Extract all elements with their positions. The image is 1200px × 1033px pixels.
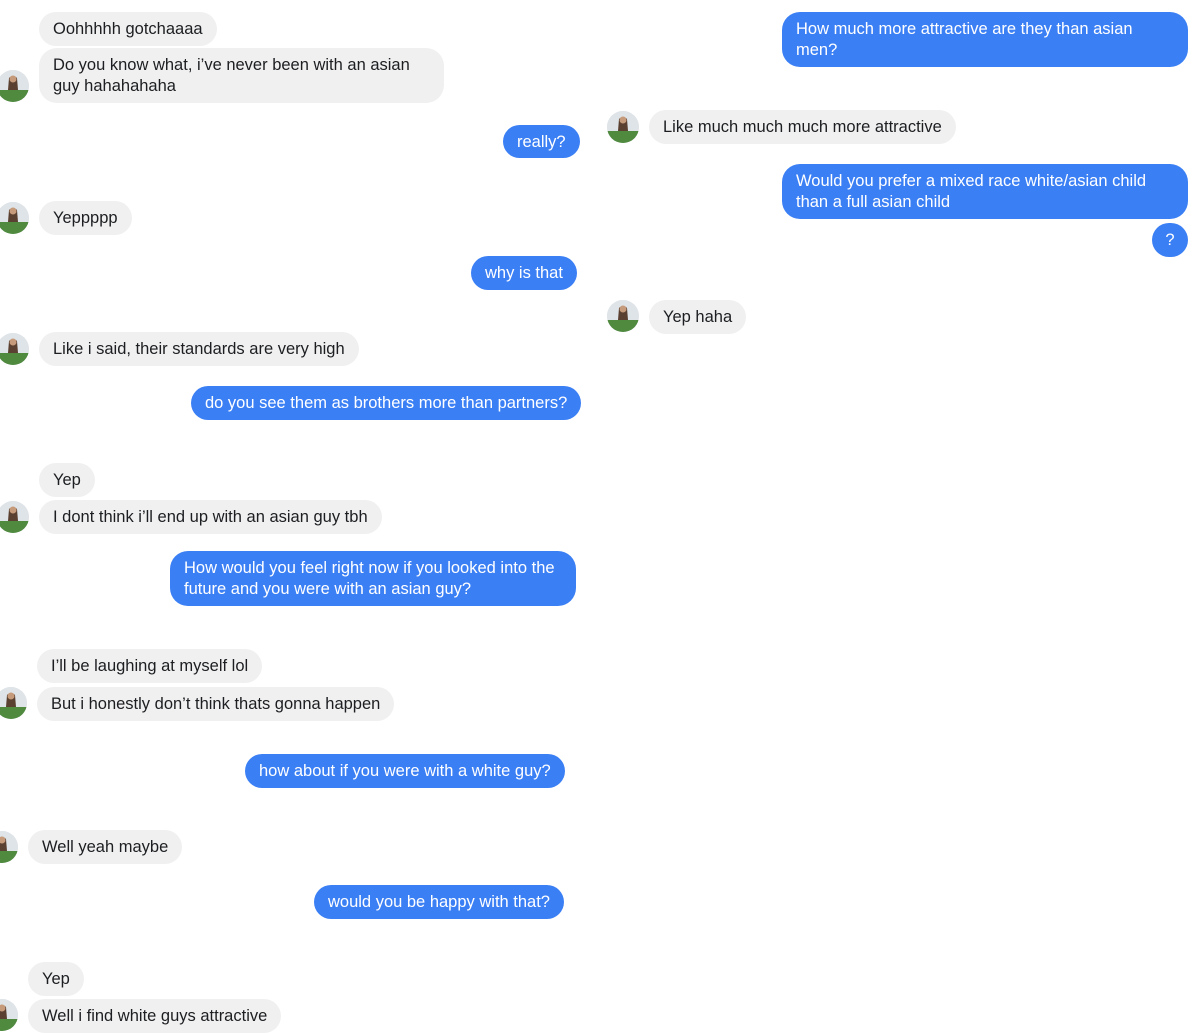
message-bubble-outgoing[interactable]: really? xyxy=(503,125,580,158)
message-bubble-incoming[interactable]: Yep xyxy=(39,463,95,497)
contact-avatar[interactable] xyxy=(0,333,29,365)
message-bubble-incoming[interactable]: I’ll be laughing at myself lol xyxy=(37,649,263,683)
message-bubble-incoming[interactable]: Yep xyxy=(28,962,84,996)
message-bubble-incoming[interactable]: Well yeah maybe xyxy=(28,830,183,864)
message-bubble-incoming[interactable]: Like much much much more attractive xyxy=(649,110,956,144)
message-bubble-incoming[interactable]: I dont think i’ll end up with an asian g… xyxy=(39,500,382,534)
contact-avatar[interactable] xyxy=(0,202,29,234)
avatar-photo-icon xyxy=(0,501,29,533)
contact-avatar[interactable] xyxy=(0,687,27,719)
avatar-photo-icon xyxy=(607,300,639,332)
message-bubble-incoming[interactable]: Like i said, their standards are very hi… xyxy=(39,332,359,366)
contact-avatar[interactable] xyxy=(0,70,29,102)
message-bubble-outgoing[interactable]: How much more attractive are they than a… xyxy=(782,12,1188,67)
message-bubble-outgoing[interactable]: do you see them as brothers more than pa… xyxy=(191,386,582,420)
message-bubble-outgoing[interactable]: why is that xyxy=(471,256,577,290)
message-bubble-incoming[interactable]: Do you know what, i’ve never been with a… xyxy=(39,48,444,103)
message-bubble-outgoing[interactable]: would you be happy with that? xyxy=(314,885,564,919)
message-bubble-incoming[interactable]: Yep haha xyxy=(649,300,747,334)
message-bubble-outgoing[interactable]: Would you prefer a mixed race white/asia… xyxy=(782,164,1188,219)
message-bubble-outgoing[interactable]: ? xyxy=(1152,223,1188,257)
contact-avatar[interactable] xyxy=(607,300,639,332)
contact-avatar[interactable] xyxy=(0,999,18,1031)
message-bubble-incoming[interactable]: Well i find white guys attractive xyxy=(28,999,282,1033)
avatar-photo-icon xyxy=(0,70,29,102)
message-bubble-outgoing[interactable]: How would you feel right now if you look… xyxy=(170,551,576,606)
message-bubble-incoming[interactable]: Yeppppp xyxy=(39,201,132,235)
contact-avatar[interactable] xyxy=(0,501,29,533)
message-bubble-incoming[interactable]: But i honestly don’t think thats gonna h… xyxy=(37,687,395,721)
message-bubble-incoming[interactable]: Oohhhhh gotchaaaa xyxy=(39,12,217,46)
avatar-photo-icon xyxy=(607,111,639,143)
avatar-photo-icon xyxy=(0,202,29,234)
message-bubble-outgoing[interactable]: how about if you were with a white guy? xyxy=(245,754,565,788)
avatar-photo-icon xyxy=(0,999,18,1031)
avatar-photo-icon xyxy=(0,687,27,719)
contact-avatar[interactable] xyxy=(0,831,18,863)
avatar-photo-icon xyxy=(0,831,18,863)
avatar-photo-icon xyxy=(0,333,29,365)
contact-avatar[interactable] xyxy=(607,111,639,143)
